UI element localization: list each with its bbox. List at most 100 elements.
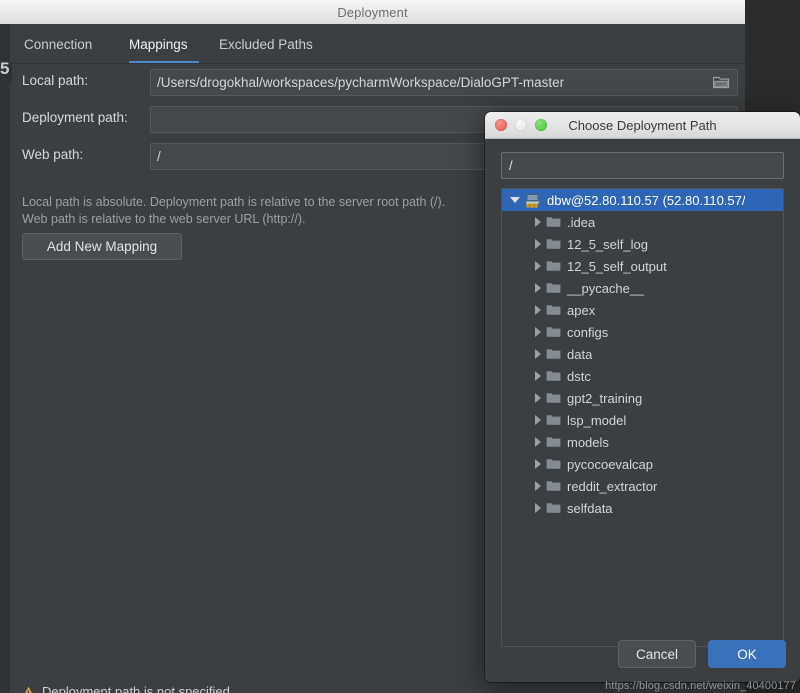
tab-excluded-paths[interactable]: Excluded Paths [213,24,319,64]
hint-line-1: Local path is absolute. Deployment path … [22,194,492,211]
ok-button-label: OK [737,647,757,662]
tree-item-models[interactable]: models [502,431,783,453]
chevron-right-icon[interactable] [530,415,546,425]
tree-item-data[interactable]: data [502,343,783,365]
folder-icon [546,260,561,272]
folder-icon [546,326,561,338]
folder-icon [546,414,561,426]
local-path-input[interactable]: /Users/drogokhal/workspaces/pycharmWorks… [150,69,738,96]
tree-item-label: 12_5_self_output [567,259,667,274]
remote-path-tree-panel[interactable]: SFTP dbw@52.80.110.57 (52.80.110.57/ .id… [501,188,784,647]
local-path-row: Local path: /Users/drogokhal/workspaces/… [0,64,745,101]
dialog-path-input[interactable]: / [501,152,784,179]
tree-item-label: pycocoevalcap [567,457,653,472]
tree-item-pycache[interactable]: __pycache__ [502,277,783,299]
chevron-right-icon[interactable] [530,261,546,271]
tab-connection[interactable]: Connection [18,24,98,64]
folder-icon [546,282,561,294]
chevron-right-icon[interactable] [530,459,546,469]
folder-open-icon [713,76,730,89]
chevron-right-icon[interactable] [530,503,546,513]
tree-item-dstc[interactable]: dstc [502,365,783,387]
svg-text:SFTP: SFTP [527,203,537,207]
tree-item-gpt2-training[interactable]: gpt2_training [502,387,783,409]
chevron-right-icon[interactable] [530,217,546,227]
settings-tabbar: Connection Mappings Excluded Paths [10,24,745,64]
local-path-value: /Users/drogokhal/workspaces/pycharmWorks… [157,75,564,90]
chevron-down-icon[interactable] [507,197,523,203]
tree-item-label: data [567,347,592,362]
window-titlebar: Deployment [0,0,745,25]
minimize-window-icon[interactable] [515,119,527,131]
tree-item-label: models [567,435,609,450]
tree-item-selfdata[interactable]: selfdata [502,497,783,519]
tree-item-pycocoevalcap[interactable]: pycocoevalcap [502,453,783,475]
chevron-right-icon[interactable] [530,393,546,403]
web-path-value: / [157,149,161,164]
add-new-mapping-label: Add New Mapping [47,239,157,254]
tree-item-apex[interactable]: apex [502,299,783,321]
cancel-button-label: Cancel [636,647,678,662]
tree-item-label: reddit_extractor [567,479,657,494]
hint-line-2: Web path is relative to the web server U… [22,211,492,228]
close-window-icon[interactable] [495,119,507,131]
chevron-right-icon[interactable] [530,283,546,293]
tree-item-configs[interactable]: configs [502,321,783,343]
local-path-label: Local path: [22,73,88,88]
web-path-label: Web path: [22,147,83,162]
dialog-button-bar: Cancel OK [618,640,786,668]
chevron-right-icon[interactable] [530,349,546,359]
tab-mappings-label: Mappings [129,37,188,52]
dialog-path-value: / [509,158,513,173]
tree-item-label: gpt2_training [567,391,642,406]
local-path-browse-button[interactable] [707,72,735,93]
folder-icon [546,502,561,514]
watermark: https://blog.csdn.net/weixin_40400177 [605,680,796,692]
folder-icon [546,370,561,382]
folder-icon [546,238,561,250]
warning-triangle-icon [22,686,35,693]
footer-warning-label: Deployment path is not specified [42,684,230,693]
tree-item-label: 12_5_self_log [567,237,648,252]
folder-icon [546,436,561,448]
folder-icon [546,304,561,316]
folder-icon [546,392,561,404]
desktop-background: Deployment 5 Connection Mappings Exclude… [0,0,800,693]
window-title: Deployment [337,5,407,20]
tree-item-label: selfdata [567,501,613,516]
footer-warning: Deployment path is not specified [22,684,230,693]
maximize-window-icon[interactable] [535,119,547,131]
tree-item-idea[interactable]: .idea [502,211,783,233]
tree-item-12-5-self-output[interactable]: 12_5_self_output [502,255,783,277]
chevron-right-icon[interactable] [530,481,546,491]
add-new-mapping-button[interactable]: Add New Mapping [22,233,182,260]
folder-icon [546,216,561,228]
tab-mappings[interactable]: Mappings [123,24,194,64]
tree-root-node[interactable]: SFTP dbw@52.80.110.57 (52.80.110.57/ [502,189,783,211]
chevron-right-icon[interactable] [530,327,546,337]
tree-item-label: __pycache__ [567,281,644,296]
dialog-titlebar[interactable]: Choose Deployment Path [485,112,800,139]
remote-path-tree: SFTP dbw@52.80.110.57 (52.80.110.57/ .id… [502,189,783,519]
folder-icon [546,480,561,492]
ok-button[interactable]: OK [708,640,786,668]
tree-item-label: configs [567,325,608,340]
tab-excluded-paths-label: Excluded Paths [219,37,313,52]
chevron-right-icon[interactable] [530,239,546,249]
tab-connection-label: Connection [24,37,92,52]
chevron-right-icon[interactable] [530,371,546,381]
folder-icon [546,348,561,360]
tree-item-label: lsp_model [567,413,626,428]
chevron-right-icon[interactable] [530,305,546,315]
tree-item-label: .idea [567,215,595,230]
sftp-server-icon: SFTP [525,193,542,208]
cancel-button[interactable]: Cancel [618,640,696,668]
traffic-lights [495,119,547,131]
tree-item-12-5-self-log[interactable]: 12_5_self_log [502,233,783,255]
tree-item-label: apex [567,303,595,318]
tree-item-reddit-extractor[interactable]: reddit_extractor [502,475,783,497]
paths-hint-text: Local path is absolute. Deployment path … [22,194,492,228]
tree-item-lsp-model[interactable]: lsp_model [502,409,783,431]
chevron-right-icon[interactable] [530,437,546,447]
deployment-path-label: Deployment path: [22,110,128,125]
